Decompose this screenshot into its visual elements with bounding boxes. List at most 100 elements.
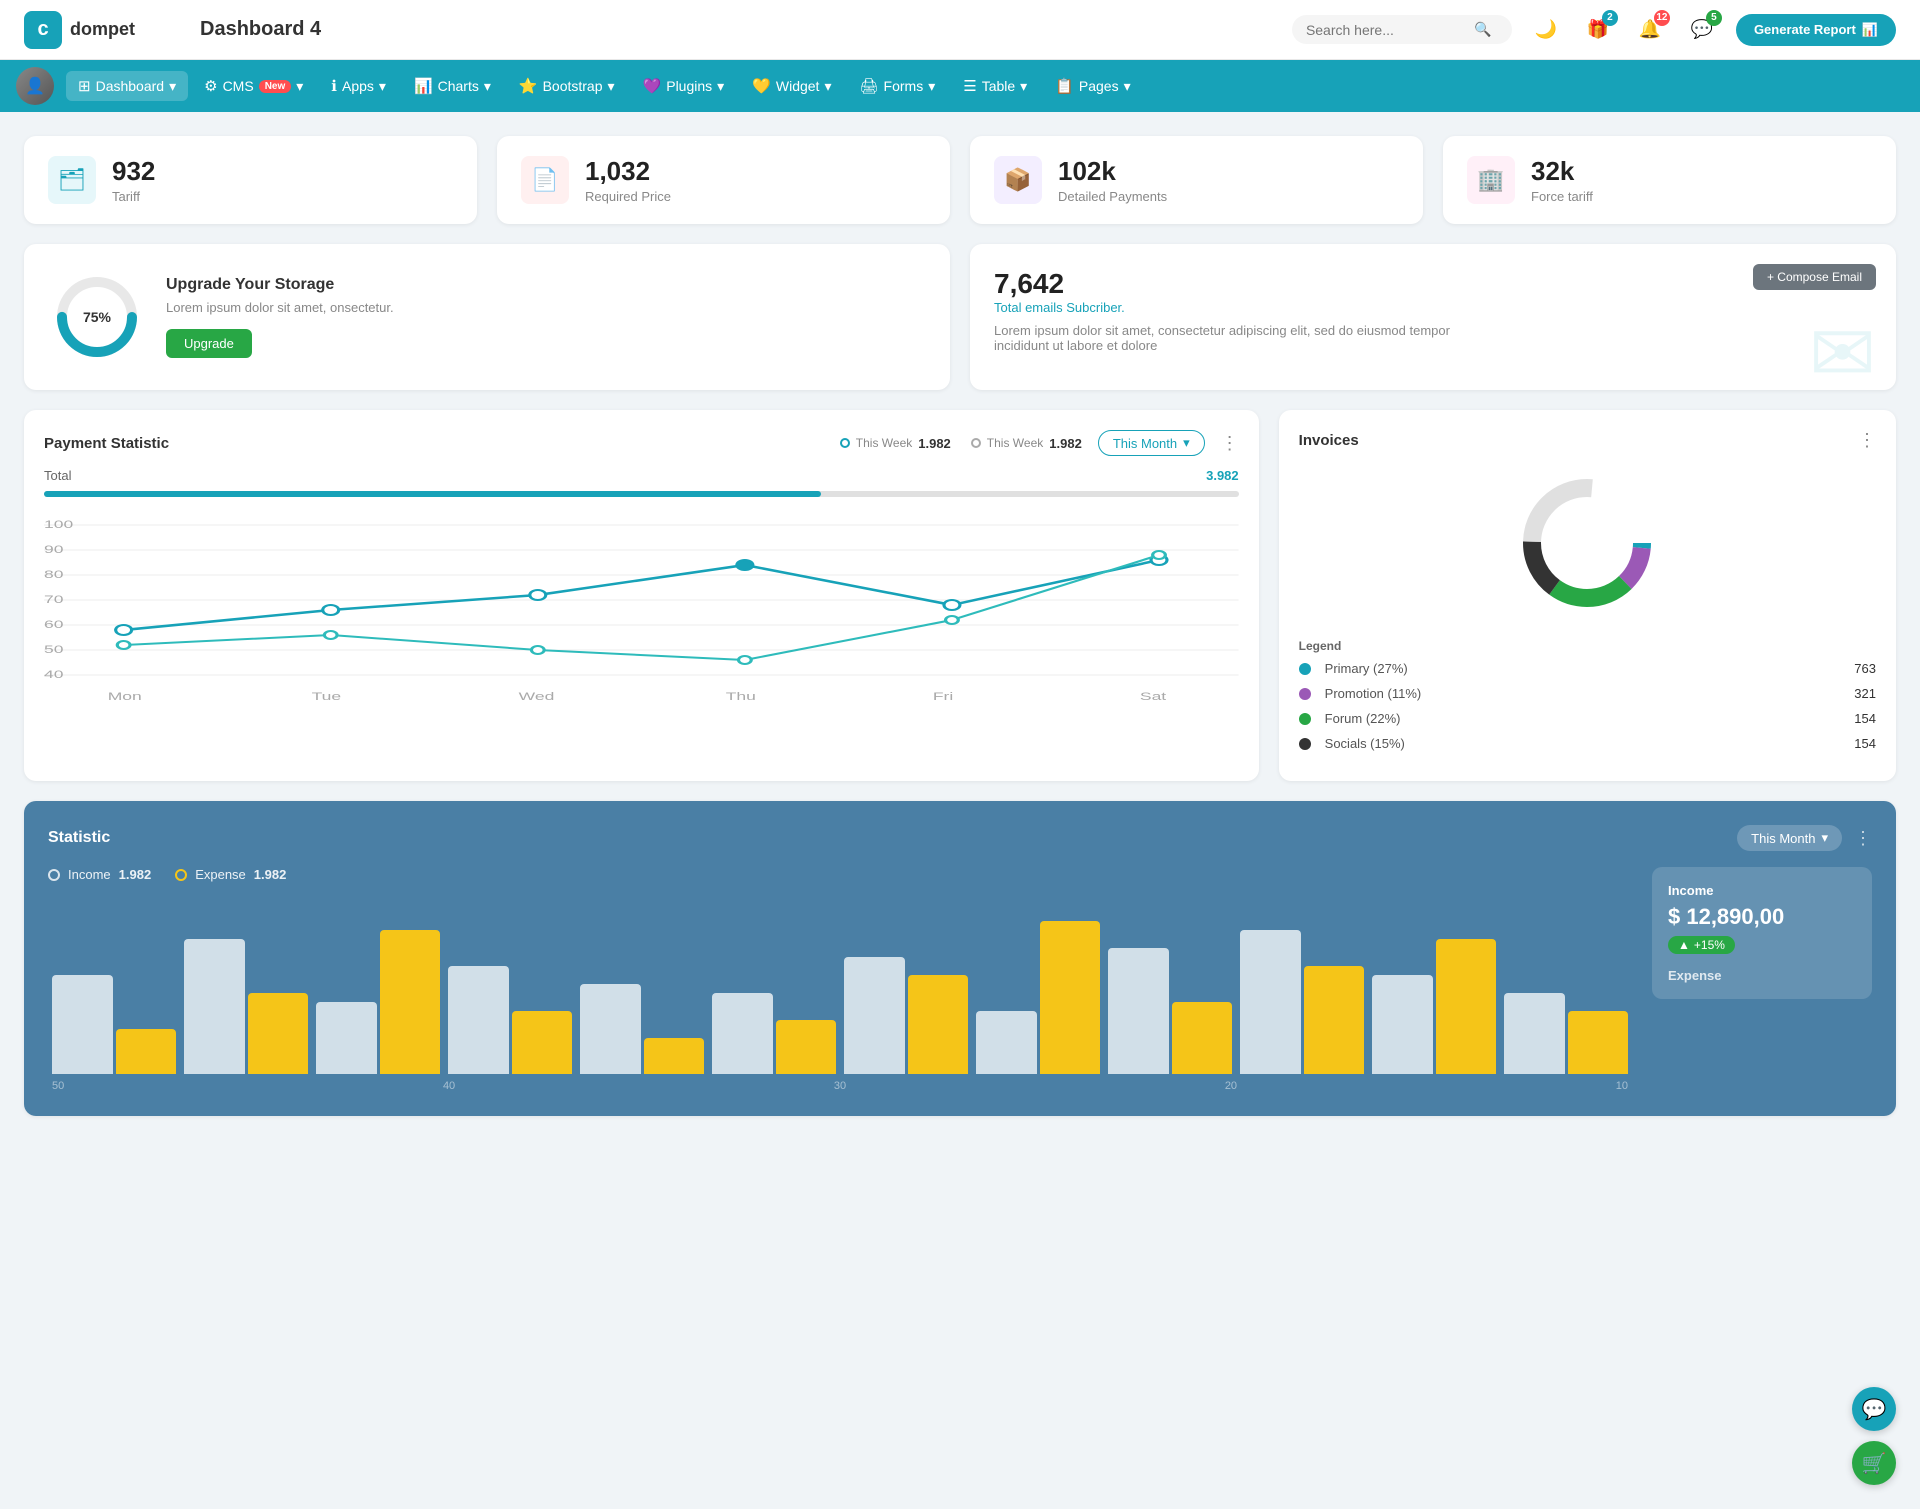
nav-item-charts[interactable]: 📊 Charts ▾ bbox=[402, 71, 503, 101]
statistic-body: Income 1.982 Expense 1.982 50 40 30 bbox=[48, 867, 1872, 1092]
chevron-down-stat-icon: ▾ bbox=[1821, 830, 1828, 846]
chevron-down-icon-apps: ▾ bbox=[379, 78, 386, 95]
nav-item-bootstrap[interactable]: ⭐ Bootstrap ▾ bbox=[507, 71, 627, 101]
svg-text:Tue: Tue bbox=[312, 691, 342, 703]
moon-icon-btn[interactable]: 🌙 bbox=[1528, 12, 1564, 48]
stats-row: 🗂 932 Tariff 📄 1,032 Required Price 📦 10… bbox=[24, 136, 1896, 224]
nav-item-cms[interactable]: ⚙ CMS New ▾ bbox=[192, 71, 315, 101]
bar-yellow bbox=[512, 1011, 573, 1074]
nav-item-table[interactable]: ☰ Table ▾ bbox=[951, 71, 1039, 101]
legend-promotion-color bbox=[1299, 688, 1311, 700]
bar-white bbox=[1240, 930, 1301, 1074]
expense-legend-dot bbox=[175, 869, 187, 881]
payment-chart-title: Payment Statistic bbox=[44, 435, 169, 452]
cms-badge: New bbox=[259, 80, 292, 93]
nav-label-apps: Apps bbox=[342, 78, 374, 94]
up-arrow-icon: ▲ bbox=[1678, 938, 1690, 952]
cart-fab-button[interactable]: 🛒 bbox=[1852, 1441, 1896, 1485]
widget-nav-icon: 💛 bbox=[752, 77, 771, 95]
nav-item-apps[interactable]: ℹ Apps ▾ bbox=[319, 71, 398, 101]
nav-label-forms: Forms bbox=[884, 78, 924, 94]
legend-row-socials: Socials (15%) 154 bbox=[1299, 736, 1876, 751]
bar-white bbox=[580, 984, 641, 1074]
legend-primary-value: 763 bbox=[1854, 661, 1876, 676]
storage-donut: 75% bbox=[52, 272, 142, 362]
legend-dot-2 bbox=[971, 438, 981, 448]
bar-white bbox=[448, 966, 509, 1074]
bar-group bbox=[844, 957, 968, 1074]
nav-item-pages[interactable]: 📋 Pages ▾ bbox=[1043, 71, 1142, 101]
stat-card-detailed-payments: 📦 102k Detailed Payments bbox=[970, 136, 1423, 224]
income-legend-dot bbox=[48, 869, 60, 881]
legend-item-1: This Week 1.982 bbox=[840, 436, 951, 451]
statistic-month-filter-button[interactable]: This Month ▾ bbox=[1737, 825, 1842, 851]
storage-title: Upgrade Your Storage bbox=[166, 276, 394, 294]
bar-white bbox=[844, 957, 905, 1074]
bar-white bbox=[976, 1011, 1037, 1074]
moon-icon: 🌙 bbox=[1535, 19, 1557, 40]
bar-white bbox=[184, 939, 245, 1074]
legend-primary-label: Primary (27%) bbox=[1325, 661, 1408, 676]
svg-text:Mon: Mon bbox=[108, 691, 142, 703]
bar-group bbox=[316, 930, 440, 1074]
legend-row-promotion: Promotion (11%) 321 bbox=[1299, 686, 1876, 701]
bell-icon-btn[interactable]: 🔔 12 bbox=[1632, 12, 1668, 48]
search-input[interactable] bbox=[1306, 22, 1466, 38]
email-desc: Lorem ipsum dolor sit amet, consectetur … bbox=[994, 323, 1474, 353]
legend1-label: This Week bbox=[856, 436, 912, 450]
statistic-options-icon[interactable]: ⋮ bbox=[1854, 828, 1872, 849]
expense-legend-label: Expense bbox=[195, 867, 246, 882]
income-legend-value: 1.982 bbox=[119, 867, 152, 882]
compose-email-button[interactable]: + Compose Email bbox=[1753, 264, 1876, 290]
nav-label-pages: Pages bbox=[1079, 78, 1119, 94]
statistic-bar-chart: Income 1.982 Expense 1.982 50 40 30 bbox=[48, 867, 1632, 1092]
email-card: + Compose Email 7,642 Total emails Subcr… bbox=[970, 244, 1896, 390]
generate-report-label: Generate Report bbox=[1754, 22, 1856, 37]
email-subtitle: Total emails Subcriber. bbox=[994, 300, 1872, 315]
bar-group bbox=[1108, 948, 1232, 1074]
gift-icon-btn[interactable]: 🎁 2 bbox=[1580, 12, 1616, 48]
bell-badge: 12 bbox=[1654, 10, 1670, 26]
chat-icon-btn[interactable]: 💬 5 bbox=[1684, 12, 1720, 48]
nav-item-forms[interactable]: 🖨 Forms ▾ bbox=[847, 71, 947, 101]
filter-label: This Month bbox=[1113, 436, 1177, 451]
nav-item-widget[interactable]: 💛 Widget ▾ bbox=[740, 71, 843, 101]
chart-options-icon[interactable]: ⋮ bbox=[1221, 433, 1239, 454]
generate-report-button[interactable]: Generate Report 📊 bbox=[1736, 14, 1896, 46]
bar-white bbox=[712, 993, 773, 1074]
nav-item-plugins[interactable]: 💜 Plugins ▾ bbox=[631, 71, 737, 101]
svg-text:40: 40 bbox=[44, 669, 63, 681]
invoices-options-icon[interactable]: ⋮ bbox=[1858, 430, 1876, 451]
upgrade-button[interactable]: Upgrade bbox=[166, 329, 252, 358]
bar-yellow bbox=[1172, 1002, 1233, 1074]
svg-text:90: 90 bbox=[44, 544, 63, 556]
nav-label-cms: CMS bbox=[223, 78, 254, 94]
legend-header: Legend bbox=[1299, 639, 1876, 653]
search-icon: 🔍 bbox=[1474, 21, 1491, 38]
legend-socials-label: Socials (15%) bbox=[1325, 736, 1405, 751]
detailed-payments-icon: 📦 bbox=[994, 156, 1042, 204]
nav-item-dashboard[interactable]: ⊞ Dashboard ▾ bbox=[66, 71, 188, 101]
invoices-title: Invoices bbox=[1299, 432, 1359, 449]
cart-icon: 🛒 bbox=[1862, 1451, 1887, 1476]
bar-white bbox=[1108, 948, 1169, 1074]
chat-badge: 5 bbox=[1706, 10, 1722, 26]
payment-progress-fill bbox=[44, 491, 821, 497]
nav-avatar: 👤 bbox=[16, 67, 54, 105]
bar-yellow bbox=[1568, 1011, 1629, 1074]
support-icon: 💬 bbox=[1862, 1397, 1887, 1422]
fab-container: 💬 🛒 bbox=[1852, 1387, 1896, 1485]
search-bar[interactable]: 🔍 bbox=[1292, 15, 1512, 44]
this-month-filter-button[interactable]: This Month ▾ bbox=[1098, 430, 1205, 456]
stat-info-detailed-payments: 102k Detailed Payments bbox=[1058, 156, 1167, 204]
legend-socials-color bbox=[1299, 738, 1311, 750]
legend-promotion-value: 321 bbox=[1854, 686, 1876, 701]
legend1-value: 1.982 bbox=[918, 436, 951, 451]
total-label: Total bbox=[44, 468, 71, 483]
logo-text: dompet bbox=[70, 19, 135, 40]
required-price-icon: 📄 bbox=[521, 156, 569, 204]
email-count: 7,642 bbox=[994, 268, 1872, 300]
stat-card-tariff: 🗂 932 Tariff bbox=[24, 136, 477, 224]
support-fab-button[interactable]: 💬 bbox=[1852, 1387, 1896, 1431]
expense-legend-item: Expense 1.982 bbox=[175, 867, 286, 882]
